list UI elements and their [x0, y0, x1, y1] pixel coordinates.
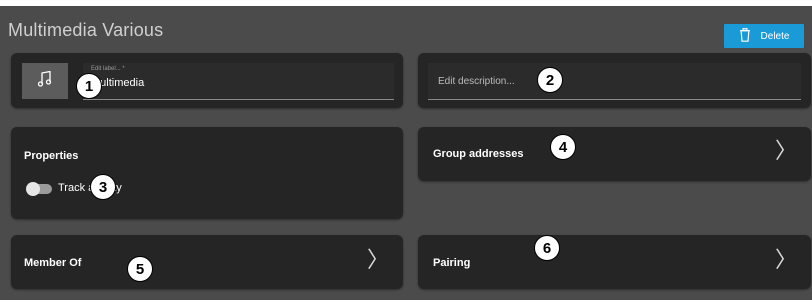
annotation-badge-5: 5 — [127, 256, 153, 282]
main-panel: Multimedia Various Delete Edit label... … — [0, 6, 812, 300]
item-icon-button[interactable] — [22, 63, 68, 99]
label-field[interactable]: Edit label... * Multimedia — [83, 63, 394, 100]
annotation-badge-2: 2 — [537, 67, 563, 93]
group-addresses-card[interactable]: Group addresses 〉 — [418, 127, 811, 181]
label-card: Edit label... * Multimedia — [11, 53, 403, 108]
properties-title: Properties — [24, 150, 79, 162]
description-placeholder: Edit description... — [438, 76, 515, 87]
annotation-badge-3: 3 — [90, 174, 116, 200]
description-field[interactable]: Edit description... — [428, 63, 801, 100]
track-activity-toggle[interactable] — [26, 182, 52, 196]
delete-button-label: Delete — [760, 30, 790, 42]
annotation-badge-1: 1 — [76, 73, 102, 99]
pairing-card[interactable]: Pairing 〉 — [418, 235, 811, 289]
annotation-badge-4: 4 — [550, 134, 576, 160]
label-field-floating-label: Edit label... * — [91, 66, 125, 72]
pairing-label: Pairing — [433, 257, 471, 269]
page-title: Multimedia Various — [8, 20, 164, 40]
member-of-label: Member Of — [24, 257, 82, 269]
trash-icon — [739, 27, 751, 45]
music-note-icon — [37, 70, 52, 92]
toggle-knob — [26, 182, 40, 196]
annotation-badge-6: 6 — [534, 235, 560, 261]
chevron-right-icon: 〉 — [775, 248, 798, 273]
member-of-card[interactable]: Member Of 〉 — [11, 235, 403, 289]
description-card: Edit description... — [418, 53, 811, 108]
group-addresses-label: Group addresses — [433, 148, 524, 160]
chevron-right-icon: 〉 — [775, 139, 798, 164]
delete-button[interactable]: Delete — [724, 24, 804, 48]
chevron-right-icon: 〉 — [367, 248, 390, 273]
properties-card: Properties Track activity — [11, 127, 403, 219]
